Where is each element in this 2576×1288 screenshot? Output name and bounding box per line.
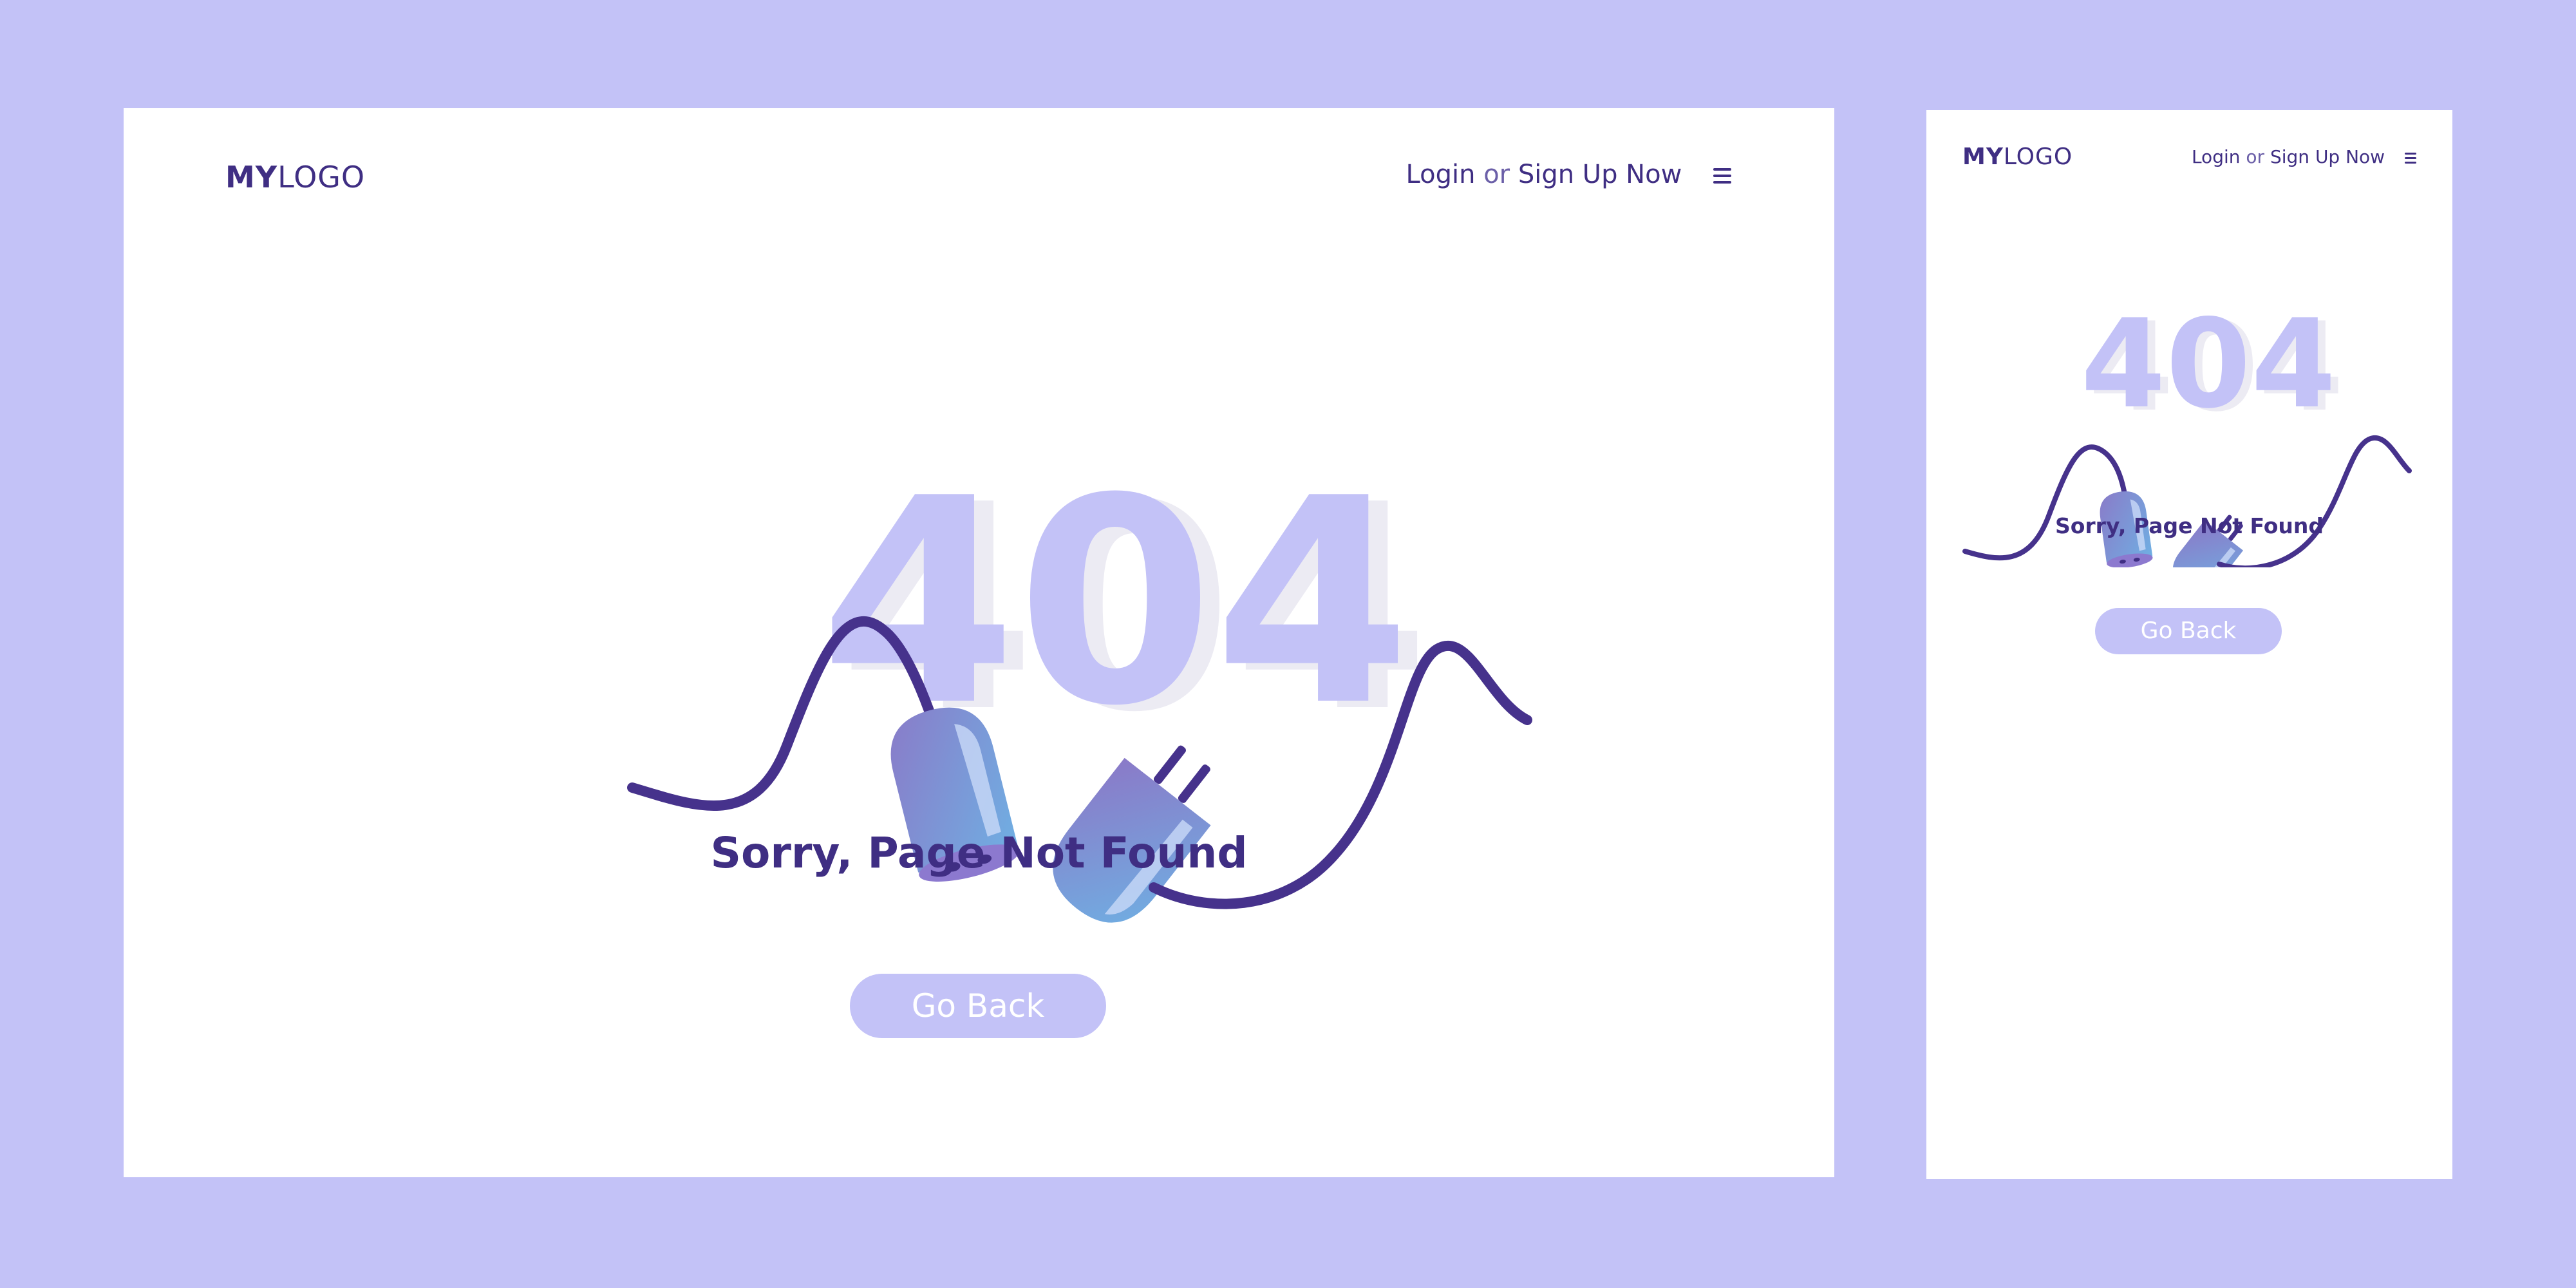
login-link[interactable]: Login bbox=[1406, 160, 1476, 189]
signup-link[interactable]: Sign Up Now bbox=[2270, 146, 2385, 167]
hamburger-icon[interactable] bbox=[2405, 150, 2416, 166]
right-cable bbox=[2217, 435, 2412, 567]
unplugged-cable-illustration: 404 404 bbox=[627, 438, 1532, 923]
signup-link[interactable]: Sign Up Now bbox=[1518, 160, 1682, 189]
logo[interactable]: MYLOGO bbox=[1962, 144, 2073, 170]
go-back-button[interactable]: Go Back bbox=[2095, 608, 2282, 654]
mobile-frame: MYLOGO Login or Sign Up Now 404 404 Sorr… bbox=[1926, 110, 2452, 1179]
header-nav: Login or Sign Up Now bbox=[2192, 146, 2416, 167]
error-code: 404 bbox=[820, 438, 1411, 768]
hamburger-icon[interactable] bbox=[1713, 164, 1731, 187]
logo[interactable]: MYLOGO bbox=[225, 160, 365, 194]
go-back-button[interactable]: Go Back bbox=[850, 974, 1106, 1038]
login-link[interactable]: Login bbox=[2192, 146, 2241, 167]
error-message: Sorry, Page Not Found bbox=[2054, 513, 2324, 538]
desktop-frame: MYLOGO Login or Sign Up Now 404 404 Sorr… bbox=[124, 108, 1834, 1177]
header-nav: Login or Sign Up Now bbox=[1406, 160, 1731, 189]
logo-bold: MY bbox=[225, 160, 278, 194]
logo-light: LOGO bbox=[2003, 144, 2073, 170]
logo-bold: MY bbox=[1962, 144, 2004, 170]
error-code: 404 bbox=[2081, 297, 2336, 435]
nav-or-text: or bbox=[2246, 146, 2265, 167]
logo-light: LOGO bbox=[277, 160, 366, 194]
error-message: Sorry, Page Not Found bbox=[710, 828, 1248, 878]
nav-or-text: or bbox=[1483, 160, 1510, 189]
